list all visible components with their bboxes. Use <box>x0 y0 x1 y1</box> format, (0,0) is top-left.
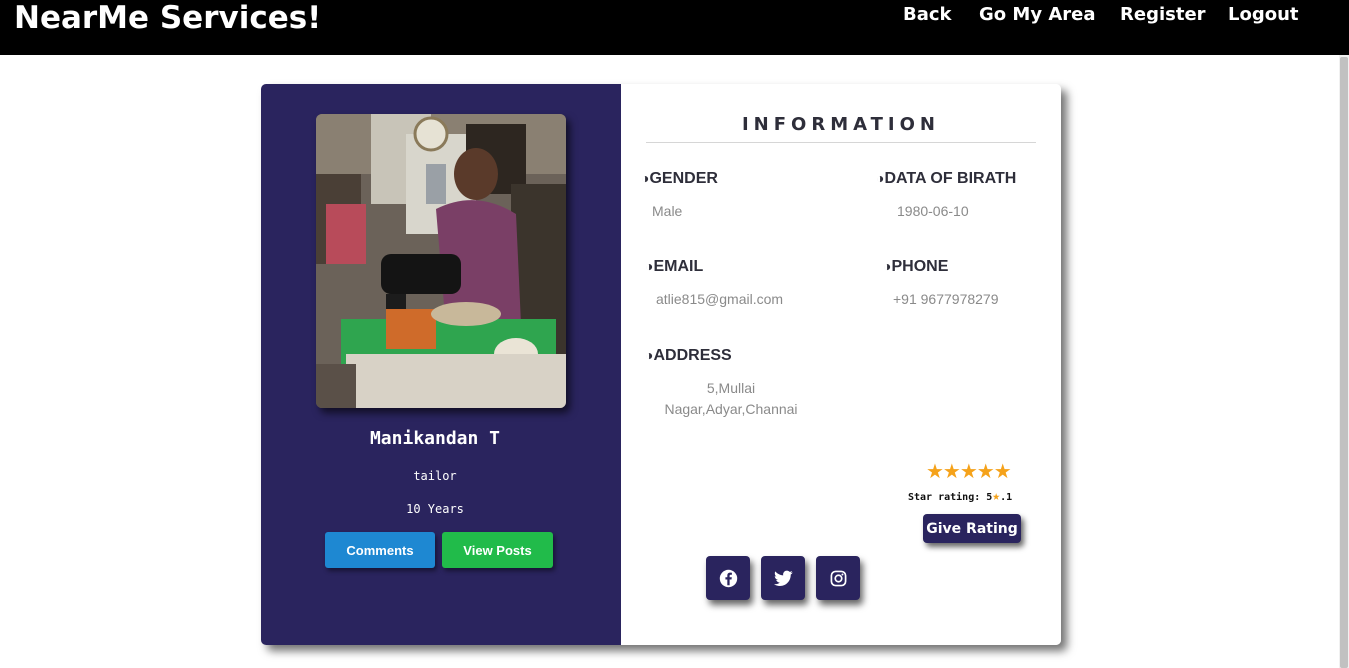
nav-register-link[interactable]: Register <box>1120 4 1206 26</box>
nav-logout-link[interactable]: Logout <box>1228 4 1299 26</box>
give-rating-button[interactable]: Give Rating <box>923 514 1021 543</box>
person-experience: 10 Years <box>406 502 464 516</box>
email-label: ◑EMAIL <box>645 258 703 276</box>
view-posts-button[interactable]: View Posts <box>442 532 553 568</box>
dob-label-text: DATA OF BIRATH <box>884 170 1017 187</box>
email-label-text: EMAIL <box>653 258 704 275</box>
phone-value: +91 9677978279 <box>893 291 999 307</box>
twitter-icon <box>773 570 793 586</box>
gender-label-text: GENDER <box>649 170 718 187</box>
page-scrollbar[interactable] <box>1339 55 1349 668</box>
phone-label-text: PHONE <box>891 258 949 275</box>
dob-value: 1980-06-10 <box>897 203 969 219</box>
email-value: atlie815@gmail.com <box>656 291 784 307</box>
heading-divider <box>646 142 1036 143</box>
facebook-button[interactable] <box>706 556 750 600</box>
phone-label: ◑PHONE <box>883 258 948 276</box>
instagram-icon <box>830 570 846 586</box>
gender-label: ◑GENDER <box>641 170 718 188</box>
nav-back-link[interactable]: Back <box>903 4 952 26</box>
address-label: ◑ADDRESS <box>645 347 732 365</box>
address-value: 5,Mullai Nagar,Adyar,Channai <box>664 380 798 417</box>
brand-title[interactable]: NearMe Services! <box>14 0 321 36</box>
address-label-text: ADDRESS <box>653 347 732 364</box>
nav-go-my-area-link[interactable]: Go My Area <box>979 4 1095 26</box>
dob-label: ◑DATA OF BIRATH <box>876 170 1016 188</box>
scrollbar-thumb[interactable] <box>1340 57 1348 668</box>
gender-value: Male <box>652 203 683 219</box>
comments-button[interactable]: Comments <box>325 532 435 568</box>
star-rating-text: Star rating: 5★.1 <box>908 489 1012 504</box>
tailor-photo-illustration <box>316 114 566 408</box>
star-rating-display: ★★★★★ <box>926 461 1012 483</box>
profile-left-panel: Manikandan T tailor 10 Years Comments Vi… <box>261 84 621 645</box>
top-navbar: NearMe Services! Back Go My Area Registe… <box>0 0 1349 55</box>
person-profession: tailor <box>413 469 457 483</box>
profile-card: Manikandan T tailor 10 Years Comments Vi… <box>261 84 1061 645</box>
instagram-button[interactable] <box>816 556 860 600</box>
star-rating-suffix: .1 <box>1000 492 1013 503</box>
profile-photo <box>316 114 566 408</box>
facebook-icon <box>719 569 737 587</box>
star-rating-prefix: Star rating: 5 <box>908 492 993 503</box>
person-name: Manikandan T <box>369 428 501 449</box>
profile-info-panel: INFORMATION ◑GENDER Male ◑DATA OF BIRATH… <box>621 84 1061 645</box>
information-heading: INFORMATION <box>741 114 940 135</box>
twitter-button[interactable] <box>761 556 805 600</box>
star-icon: ★ <box>992 489 1001 504</box>
